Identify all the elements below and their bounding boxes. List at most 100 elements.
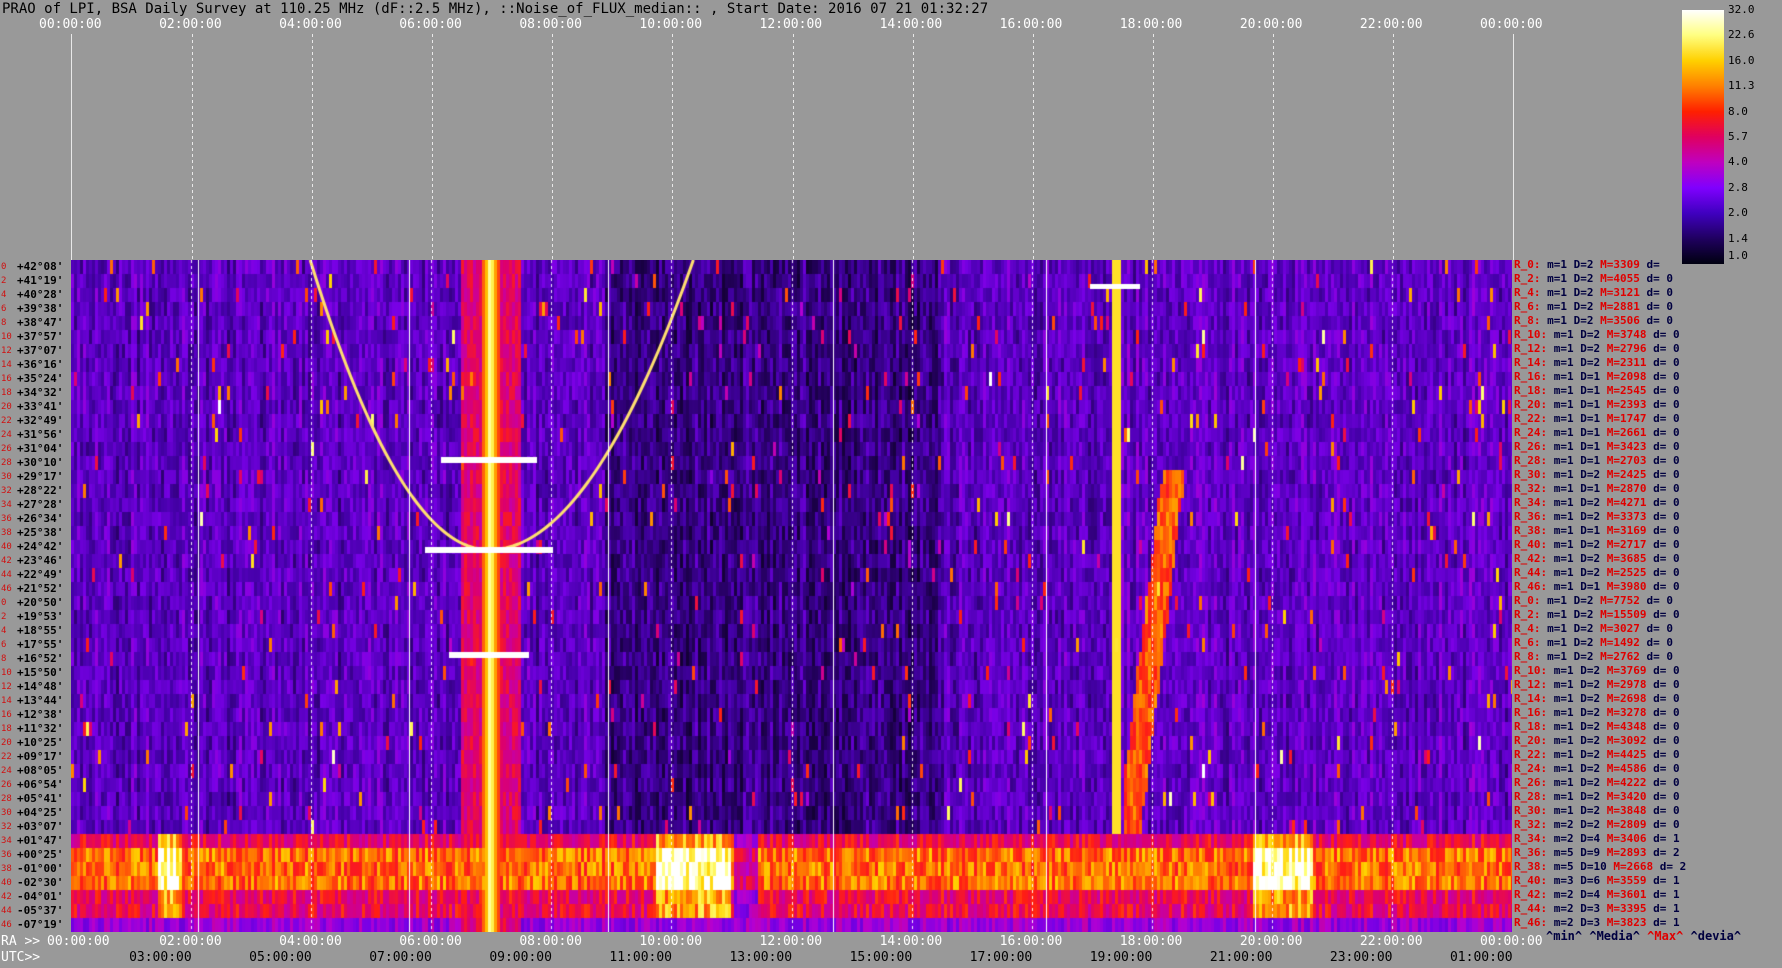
stat-label: R_4: <box>1514 286 1541 299</box>
stat-row: R_44: m=2 D=3 M=3395 d= 1 <box>1514 902 1680 916</box>
top-axis-tick-label: 02:00:00 <box>159 17 222 32</box>
stat-max: M=2545 <box>1606 384 1647 397</box>
stat-min-dev: m=1 D=2 <box>1553 566 1601 579</box>
declination-row: 18 +34°32' <box>0 386 71 400</box>
colorbar-tick-label: 2.0 <box>1728 206 1748 220</box>
stat-min-dev: m=2 D=3 <box>1553 916 1601 929</box>
stat-devia: d= 0 <box>1653 720 1680 733</box>
top-axis-tick-label: 12:00:00 <box>759 17 823 32</box>
stat-label: R_38: <box>1514 860 1548 873</box>
row-index: 18 <box>1 388 12 398</box>
declination-row: 2 +19°53' <box>0 610 71 624</box>
ra-axis-prefix: RA >> <box>1 934 41 949</box>
ra-axis-tick-label: 10:00:00 <box>639 934 703 949</box>
declination-row: 4 +18°55' <box>0 624 71 638</box>
declination-value: +33°41' <box>17 400 64 413</box>
declination-row: 12 +14°48' <box>0 680 71 694</box>
stat-label: R_2: <box>1514 272 1541 285</box>
declination-row: 16 +12°38' <box>0 708 71 722</box>
declination-value: +31°04' <box>17 442 64 455</box>
stat-min-dev: m=2 D=2 <box>1553 818 1601 831</box>
stat-devia: d= 0 <box>1653 552 1680 565</box>
stat-min-dev: m=1 D=2 <box>1553 342 1601 355</box>
row-index: 32 <box>1 822 12 832</box>
declination-value: +15°50' <box>17 666 64 679</box>
stat-min-dev: m=1 D=1 <box>1553 412 1601 425</box>
stat-label: R_0: <box>1514 594 1541 607</box>
stat-min-dev: m=1 D=2 <box>1553 664 1601 677</box>
declination-value: +11°32' <box>17 722 64 735</box>
stat-label: R_12: <box>1514 678 1548 691</box>
row-index: 8 <box>1 318 7 328</box>
declination-value: +21°52' <box>17 582 64 595</box>
declination-row: 8 +38°47' <box>0 316 71 330</box>
stat-label: R_20: <box>1514 398 1548 411</box>
stat-min-dev: m=1 D=2 <box>1553 510 1601 523</box>
stat-devia: d= 1 <box>1653 916 1680 929</box>
stat-max: M=3748 <box>1606 328 1647 341</box>
stat-label: R_4: <box>1514 622 1541 635</box>
stat-min-dev: m=1 D=2 <box>1553 552 1601 565</box>
stat-max: M=2809 <box>1606 818 1647 831</box>
stat-row: R_42: m=2 D=4 M=3601 d= 1 <box>1514 888 1680 902</box>
utc-axis-tick-label: 17:00:00 <box>969 950 1033 965</box>
declination-value: +13°44' <box>17 694 64 707</box>
stat-max: M=2525 <box>1606 566 1647 579</box>
stat-label: R_44: <box>1514 902 1548 915</box>
declination-row: 44 +22°49' <box>0 568 71 582</box>
stat-label: R_34: <box>1514 832 1548 845</box>
row-index: 36 <box>1 514 12 524</box>
row-index: 16 <box>1 710 12 720</box>
declination-value: +29°17' <box>17 470 64 483</box>
stat-min-dev: m=1 D=2 <box>1553 804 1601 817</box>
stat-max: M=3601 <box>1606 888 1647 901</box>
stat-label: R_40: <box>1514 538 1548 551</box>
stat-label: R_10: <box>1514 328 1548 341</box>
stat-row: R_46: m=1 D=1 M=3980 d= 0 <box>1514 580 1680 594</box>
declination-value: +03°07' <box>17 820 64 833</box>
ra-axis-tick-label: 06:00:00 <box>399 934 462 949</box>
colorbar-tick-label: 11.3 <box>1728 79 1755 93</box>
stat-row: R_20: m=1 D=1 M=2393 d= 0 <box>1514 398 1680 412</box>
stat-min-dev: m=1 D=2 <box>1553 706 1601 719</box>
stat-max: M=2661 <box>1606 426 1647 439</box>
stat-devia: d= 0 <box>1653 398 1680 411</box>
stat-devia: d= 0 <box>1653 580 1680 593</box>
declination-row: 0 +20°50' <box>0 596 71 610</box>
stat-min-dev: m=1 D=2 <box>1547 258 1594 271</box>
declination-value: +28°22' <box>17 484 64 497</box>
stat-row: R_12: m=1 D=2 M=2978 d= 0 <box>1514 678 1680 692</box>
stat-label: R_42: <box>1514 888 1548 901</box>
stat-row: R_18: m=1 D=1 M=2545 d= 0 <box>1514 384 1680 398</box>
colorbar-tick-label: 8.0 <box>1728 104 1748 118</box>
stat-row: R_10: m=1 D=2 M=3769 d= 0 <box>1514 664 1680 678</box>
stat-devia: d= 0 <box>1646 300 1673 313</box>
row-index: 44 <box>1 570 12 580</box>
declination-row: 46 -07°19' <box>0 918 71 932</box>
stat-max: M=2311 <box>1606 356 1647 369</box>
top-axis-tick-label: 00:00:00 <box>1480 17 1543 32</box>
stat-min-dev: m=1 D=2 <box>1547 300 1594 313</box>
stat-devia: d= 0 <box>1653 762 1680 775</box>
declination-row: 34 +27°28' <box>0 498 71 512</box>
stat-max: M=3121 <box>1600 286 1640 299</box>
row-statistics: R_0: m=1 D=2 M=3309 d= R_2: m=1 D=2 M=405… <box>1514 258 1782 934</box>
declination-value: +23°46' <box>17 554 64 567</box>
stat-devia: d= 0 <box>1653 468 1680 481</box>
stat-min-dev: m=1 D=2 <box>1553 720 1601 733</box>
utc-axis-tick-label: 01:00:00 <box>1449 950 1513 965</box>
stat-label: R_16: <box>1514 370 1548 383</box>
row-index: 22 <box>1 416 12 426</box>
declination-value: +35°24' <box>17 372 64 385</box>
stat-max: M=1492 <box>1600 636 1640 649</box>
ra-axis-tick-label: 18:00:00 <box>1119 934 1183 949</box>
stat-min-dev: m=1 D=2 <box>1553 776 1601 789</box>
row-index: 2 <box>1 612 7 622</box>
stat-max: M=3092 <box>1606 734 1647 747</box>
top-axis-tick-label: 10:00:00 <box>639 17 703 32</box>
stat-min-dev: m=1 D=1 <box>1553 398 1601 411</box>
stat-min-dev: m=3 D=6 <box>1553 874 1601 887</box>
colorbar-tick-label: 2.8 <box>1728 180 1748 194</box>
row-index: 24 <box>1 430 12 440</box>
stat-devia: d= 0 <box>1653 426 1680 439</box>
